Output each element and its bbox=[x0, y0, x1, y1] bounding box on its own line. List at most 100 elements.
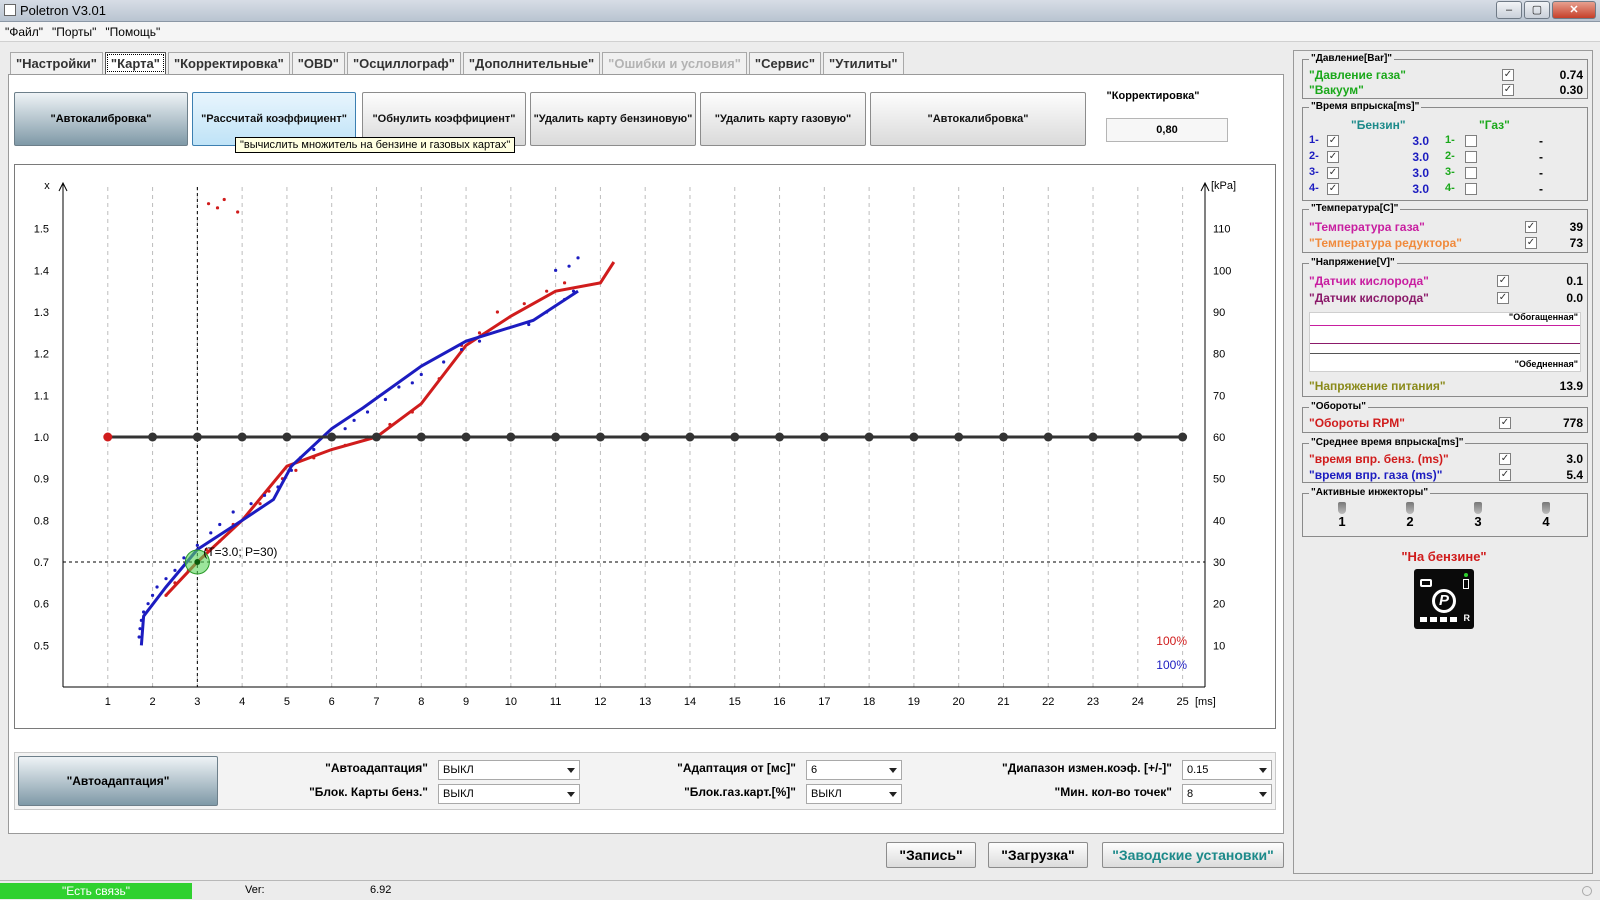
injector-icon bbox=[1406, 502, 1414, 514]
y-tick-right-label: 40 bbox=[1213, 515, 1225, 527]
tab-settings[interactable]: "Настройки" bbox=[10, 52, 103, 74]
data-point bbox=[554, 268, 558, 272]
y-tick-left-label: 0.5 bbox=[34, 640, 49, 652]
voltage-group: "Напряжение[V]" "Датчик кислорода" ✓ 0.1… bbox=[1302, 257, 1588, 397]
block-gas-map-label: "Блок.газ.карт.[%]" bbox=[684, 785, 796, 799]
autoadaptation-select[interactable]: ВЫКЛ bbox=[438, 760, 580, 780]
map-node bbox=[461, 432, 471, 442]
tab-correction[interactable]: "Корректировка" bbox=[167, 52, 290, 74]
adaptation-from-select[interactable]: 6 bbox=[806, 760, 902, 780]
avg-petrol-checkbox[interactable]: ✓ bbox=[1499, 453, 1511, 465]
x-tick-label: 8 bbox=[418, 696, 424, 708]
data-point bbox=[522, 302, 526, 306]
injector-1: 1 bbox=[1327, 502, 1357, 529]
data-point bbox=[262, 493, 267, 497]
delete-petrol-map-button[interactable]: "Удалить карту бензиновую" bbox=[530, 92, 696, 146]
coef-range-select[interactable]: 0.15 bbox=[1182, 760, 1272, 780]
autoadaptation-button[interactable]: "Автоадаптация" bbox=[18, 756, 218, 806]
factory-settings-button[interactable]: "Заводские установки" bbox=[1102, 842, 1284, 868]
chevron-down-icon bbox=[1259, 768, 1267, 773]
data-point bbox=[138, 627, 142, 631]
resize-grip-icon[interactable] bbox=[1582, 886, 1592, 896]
write-button[interactable]: "Запись" bbox=[886, 842, 976, 868]
gas-pressure-checkbox[interactable]: ✓ bbox=[1502, 69, 1514, 81]
y-tick-left-label: 1.2 bbox=[34, 349, 49, 361]
y-tick-left-label: 1.5 bbox=[34, 224, 49, 236]
chevron-down-icon bbox=[567, 768, 575, 773]
load-button[interactable]: "Загрузка" bbox=[988, 842, 1088, 868]
tab-oscilloscope[interactable]: "Осциллограф" bbox=[346, 52, 461, 74]
map-node bbox=[282, 432, 292, 442]
x-tick-label: 16 bbox=[773, 696, 785, 708]
fuel-switch-indicator[interactable]: P R bbox=[1414, 569, 1474, 629]
y-tick-right-label: 60 bbox=[1213, 432, 1225, 444]
oxygen-sensor-1-label: "Датчик кислорода" bbox=[1309, 274, 1429, 288]
x-tick-label: 20 bbox=[953, 696, 965, 708]
min-points-select[interactable]: 8 bbox=[1182, 784, 1272, 804]
rpm-checkbox[interactable]: ✓ bbox=[1499, 417, 1511, 429]
tab-utilities[interactable]: "Утилиты" bbox=[823, 52, 904, 74]
block-petrol-map-select[interactable]: ВЫКЛ bbox=[438, 784, 580, 804]
data-point bbox=[397, 385, 401, 389]
data-point bbox=[298, 456, 302, 460]
injection-time-title: "Время впрыска[ms]" bbox=[1309, 101, 1422, 112]
data-point bbox=[527, 322, 531, 327]
map-chart[interactable]: 1 2 3 4 5 6 7 8 9 10 11 12 13 14 15 16 17 18 19 20 21 22 23 24 2… bbox=[15, 165, 1275, 728]
vacuum-checkbox[interactable]: ✓ bbox=[1502, 84, 1514, 96]
petrol-injector-checkbox[interactable]: ✓ bbox=[1327, 151, 1339, 163]
maximize-button[interactable]: ▢ bbox=[1524, 1, 1550, 19]
avg-gas-checkbox[interactable]: ✓ bbox=[1499, 469, 1511, 481]
close-button[interactable]: ✕ bbox=[1552, 1, 1596, 19]
x-tick-label: 22 bbox=[1042, 696, 1054, 708]
block-petrol-map-value: ВЫКЛ bbox=[443, 788, 474, 800]
min-points-label: "Мин. кол-во точек" bbox=[1054, 785, 1172, 799]
y-tick-left-label: 0.6 bbox=[34, 599, 49, 611]
menu-file[interactable]: "Файл" bbox=[0, 22, 47, 39]
tab-obd[interactable]: "OBD" bbox=[291, 52, 345, 74]
tab-map[interactable]: "Карта" bbox=[104, 52, 166, 74]
petrol-injector-checkbox[interactable]: ✓ bbox=[1327, 167, 1339, 179]
gas-injector-checkbox[interactable] bbox=[1465, 183, 1477, 195]
tab-additional[interactable]: "Дополнительные" bbox=[462, 52, 601, 74]
tab-service[interactable]: "Сервис" bbox=[748, 52, 822, 74]
data-point bbox=[477, 339, 482, 343]
menu-help[interactable]: "Помощь" bbox=[100, 22, 164, 39]
x-tick-label: 1 bbox=[105, 696, 111, 708]
sensor-panel: "Давление[Bar]" "Давление газа" ✓ 0.74 "… bbox=[1293, 50, 1593, 874]
gas-injector-num: 2- bbox=[1445, 150, 1455, 162]
oxygen-sensor-1-checkbox[interactable]: ✓ bbox=[1497, 275, 1509, 287]
menu-ports[interactable]: "Порты" bbox=[47, 22, 100, 39]
gas-injector-checkbox[interactable] bbox=[1465, 151, 1477, 163]
data-point bbox=[182, 556, 186, 560]
data-point bbox=[236, 210, 240, 214]
gas-temperature-value: 39 bbox=[1569, 220, 1583, 234]
petrol-injector-checkbox[interactable]: ✓ bbox=[1327, 183, 1339, 195]
title-bar: Poletron V3.01 – ▢ ✕ bbox=[0, 0, 1600, 22]
minimize-button[interactable]: – bbox=[1496, 1, 1522, 19]
legend-entry: 100% bbox=[1156, 658, 1187, 672]
data-point bbox=[294, 468, 298, 472]
y-axis-right-label: [kPa] bbox=[1211, 180, 1236, 192]
x-tick-label: 15 bbox=[729, 696, 741, 708]
oxygen-sensor-2-checkbox[interactable]: ✓ bbox=[1497, 292, 1509, 304]
delete-gas-map-button[interactable]: "Удалить карту газовую" bbox=[700, 92, 866, 146]
petrol-injector-checkbox[interactable]: ✓ bbox=[1327, 135, 1339, 147]
switch-r-label: R bbox=[1463, 613, 1471, 623]
map-node bbox=[1178, 432, 1188, 442]
engine-icon bbox=[1420, 579, 1432, 587]
y-tick-right-label: 50 bbox=[1213, 474, 1225, 486]
block-gas-map-select[interactable]: ВЫКЛ bbox=[806, 784, 902, 804]
tab-errors[interactable]: "Ошибки и условия" bbox=[602, 52, 747, 74]
gas-injector-checkbox[interactable] bbox=[1465, 135, 1477, 147]
legend-entry: 100% bbox=[1156, 634, 1187, 648]
gas-injector-checkbox[interactable] bbox=[1465, 167, 1477, 179]
correction-value-field[interactable]: 0,80 bbox=[1106, 118, 1228, 142]
injector-icon bbox=[1542, 502, 1550, 514]
map-node bbox=[1133, 432, 1143, 442]
supply-voltage-label: "Напряжение питания" bbox=[1309, 379, 1446, 393]
data-point bbox=[388, 422, 392, 427]
autocalibration-left-button[interactable]: "Автокалибровка" bbox=[14, 92, 188, 146]
autocalibration-right-button[interactable]: "Автокалибровка" bbox=[870, 92, 1086, 146]
x-tick-label: 11 bbox=[550, 696, 561, 708]
x-tick-label: 7 bbox=[373, 696, 379, 708]
